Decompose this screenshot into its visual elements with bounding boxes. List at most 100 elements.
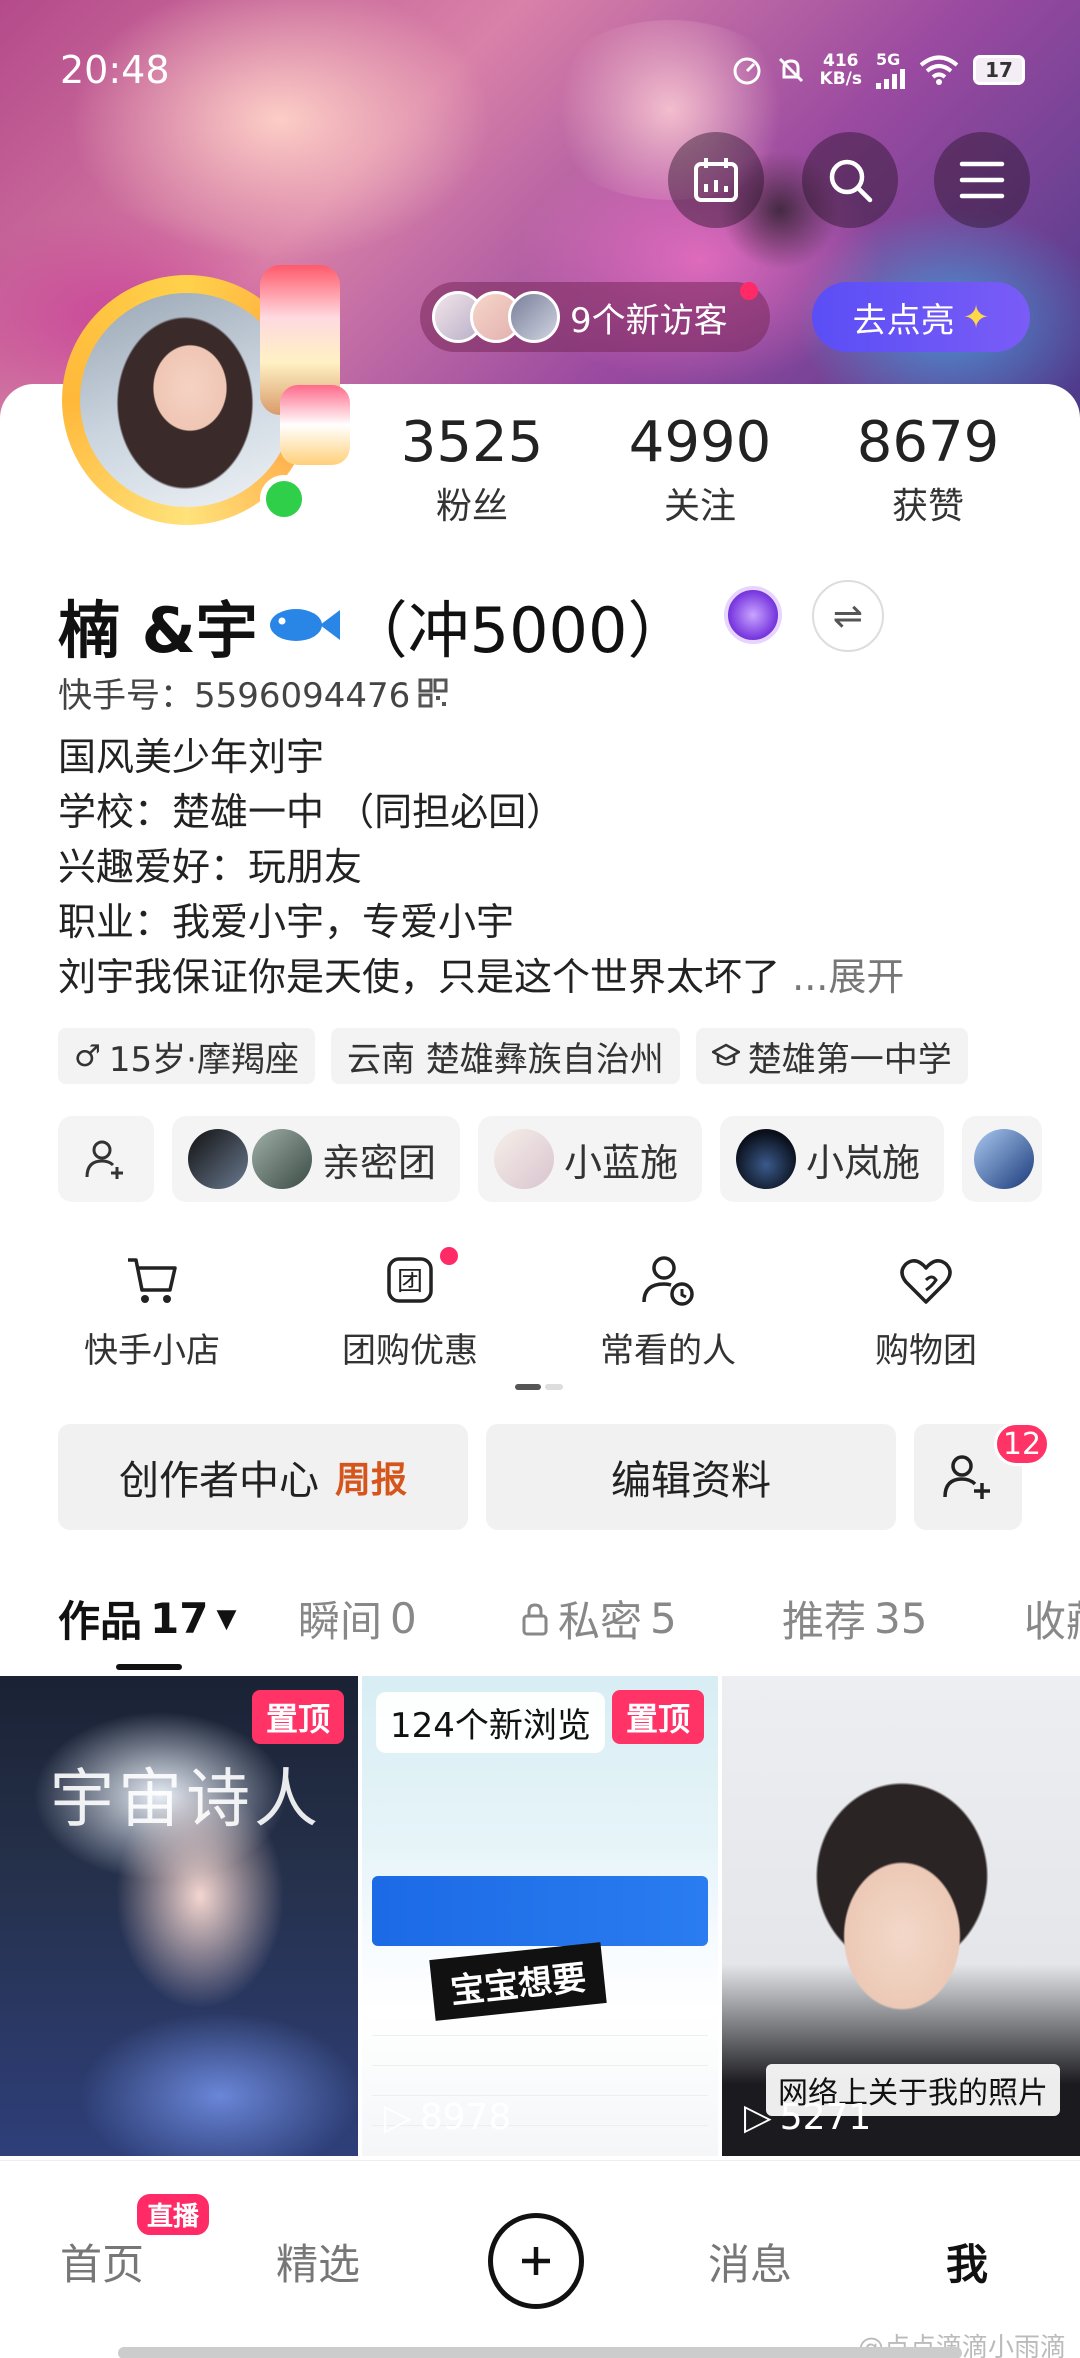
fan-groups: 亲密团 小蓝施 小岚施 (58, 1116, 1080, 1202)
menu-icon (959, 161, 1005, 199)
online-status-dot (260, 475, 308, 523)
tab-count: 17 (150, 1594, 209, 1643)
group-avatar (252, 1129, 312, 1189)
create-post-button[interactable] (488, 2213, 584, 2309)
status-icons: 416 KB/s 5G 17 (732, 50, 1025, 89)
speedometer-icon (733, 57, 761, 84)
add-friend-button[interactable] (58, 1116, 154, 1202)
add-person-icon (85, 1140, 123, 1179)
fish-icon (269, 609, 340, 641)
bio-line: 兴趣爱好：玩朋友 (58, 845, 363, 889)
pinned-badge: 置顶 (251, 1690, 344, 1744)
wifi-icon (919, 55, 959, 85)
tag-school[interactable]: 楚雄第一中学 (695, 1028, 968, 1084)
work-tile[interactable]: 网络上关于我的照片 ▷ 5271 (722, 1676, 1080, 2156)
tag-location[interactable]: 云南 楚雄彝族自治州 (330, 1028, 680, 1084)
works-grid: 宇宙诗人 置顶 124个新浏览 置顶 宝宝想要 ▷ 8978 网络上关于我的照片… (0, 1676, 1080, 2156)
swap-icon: ⇌ (832, 595, 864, 637)
switch-account-button[interactable]: ⇌ (812, 580, 884, 652)
tab-works[interactable]: 作品 17 ▼ (58, 1588, 236, 1649)
signal-icon (876, 69, 905, 89)
nav-messages[interactable]: 消息 (708, 2231, 792, 2292)
group-buy-icon: 团 (387, 1257, 433, 1303)
tab-label: 推荐 (782, 1597, 867, 1646)
live-badge: 直播 (134, 2191, 213, 2238)
tab-recommended[interactable]: 推荐 35 (782, 1588, 927, 1649)
bio-line-last: 刘宇我保证你是天使，只是这个世界太坏了 ...展开 (58, 950, 1028, 1005)
tab-count: 35 (874, 1594, 928, 1643)
speed-unit: KB/s (819, 68, 862, 89)
tab-label: 瞬间 (298, 1597, 383, 1646)
menu-button[interactable] (934, 132, 1030, 228)
edit-profile-button[interactable]: 编辑资料 (486, 1424, 896, 1530)
creator-center-button[interactable]: 创作者中心 周报 (58, 1424, 468, 1530)
shortcut-group-buy[interactable]: 团 团购优惠 (290, 1245, 530, 1372)
stat-value: 3525 (400, 410, 544, 475)
group-lan[interactable]: 小岚施 (720, 1116, 945, 1202)
profile-tags: ♂ 15岁·摩羯座 云南 楚雄彝族自治州 楚雄第一中学 (58, 1028, 968, 1084)
tag-text: 15岁·摩羯座 (108, 1039, 299, 1080)
visitor-avatar (508, 291, 560, 343)
creator-center-label: 创作者中心 (118, 1458, 319, 1504)
group-intimate[interactable]: 亲密团 (172, 1116, 461, 1202)
work-tile[interactable]: 124个新浏览 置顶 宝宝想要 ▷ 8978 (362, 1676, 718, 2156)
stat-followers[interactable]: 3525 粉丝 (382, 410, 562, 529)
tag-text: 云南 楚雄彝族自治州 (346, 1039, 664, 1080)
search-icon (829, 159, 873, 203)
search-button[interactable] (802, 132, 898, 228)
stat-likes[interactable]: 8679 获赞 (838, 410, 1018, 529)
plus-icon (522, 2247, 550, 2275)
tab-private[interactable]: 私密 5 (520, 1588, 677, 1649)
signal: 5G (876, 50, 905, 89)
shortcut-label: 常看的人 (600, 1331, 736, 1371)
profile-name-suffix: （冲5000） (345, 594, 690, 667)
kuaishou-id[interactable]: 快手号：5596094476 (58, 668, 448, 717)
network-type: 5G (876, 50, 901, 69)
visitor-avatars (432, 291, 560, 343)
shortcut-shop[interactable]: 快手小店 (32, 1245, 272, 1372)
work-tile[interactable]: 宇宙诗人 置顶 (0, 1676, 358, 2156)
group-blue[interactable]: 小蓝施 (478, 1116, 703, 1202)
cake-decoration-icon (280, 385, 350, 465)
frequent-person-icon (642, 1256, 694, 1306)
pinned-badge: 置顶 (611, 1690, 704, 1744)
tab-favorites[interactable]: 收藏 (1024, 1588, 1080, 1649)
product-list-line (372, 2006, 708, 2036)
light-up-label: 去点亮 (852, 300, 955, 341)
friend-request-badge: 12 (994, 1422, 1050, 1466)
group-more[interactable] (962, 1116, 1043, 1202)
tab-moments[interactable]: 瞬间 0 (298, 1588, 417, 1649)
profile-actions: 创作者中心 周报 编辑资料 (58, 1424, 1080, 1530)
stat-label: 粉丝 (435, 486, 508, 527)
calendar-button[interactable] (668, 132, 764, 228)
shortcut-shopping-group[interactable]: 购物团 (806, 1245, 1046, 1372)
bio-expand-link[interactable]: ...展开 (792, 955, 904, 999)
play-count-value: 8978 (419, 2097, 512, 2138)
male-icon: ♂ (74, 1038, 101, 1074)
speed-value: 416 (823, 50, 859, 71)
sparkle-icon: ✦ (962, 298, 990, 336)
nav-featured[interactable]: 精选 (276, 2231, 360, 2292)
profile-name: 楠 &宇 (58, 594, 258, 667)
tag-age[interactable]: ♂ 15岁·摩羯座 (58, 1028, 315, 1084)
play-count: ▷ 8978 (384, 2097, 511, 2138)
profile-bio[interactable]: 国风美少年刘宇 学校：楚雄一中 （同担必回） 兴趣爱好：玩朋友 职业：我爱小宇，… (58, 730, 1028, 1005)
network-speed: 416 KB/s (820, 52, 862, 88)
stat-following[interactable]: 4990 关注 (610, 410, 790, 529)
nav-home[interactable]: 首页 (60, 2231, 144, 2292)
play-count-value: 5271 (779, 2097, 872, 2138)
nav-me[interactable]: 我 (946, 2231, 988, 2292)
light-up-button[interactable]: 去点亮 ✦ (812, 282, 1030, 352)
heart-bag-icon (900, 1259, 952, 1304)
shortcut-frequent[interactable]: 常看的人 (548, 1245, 788, 1372)
bio-line: 职业：我爱小宇，专爱小宇 (58, 900, 515, 944)
notification-dot (440, 1247, 458, 1265)
level-badge-icon[interactable] (724, 586, 782, 644)
new-visitors-pill[interactable]: 9个新访客 (420, 282, 770, 352)
tab-label: 作品 (58, 1597, 143, 1646)
tab-count: 5 (650, 1594, 677, 1643)
product-price-banner (372, 1876, 708, 1946)
group-name: 亲密团 (322, 1140, 437, 1185)
avatar[interactable] (50, 265, 350, 545)
pager-dot-active (515, 1384, 541, 1390)
